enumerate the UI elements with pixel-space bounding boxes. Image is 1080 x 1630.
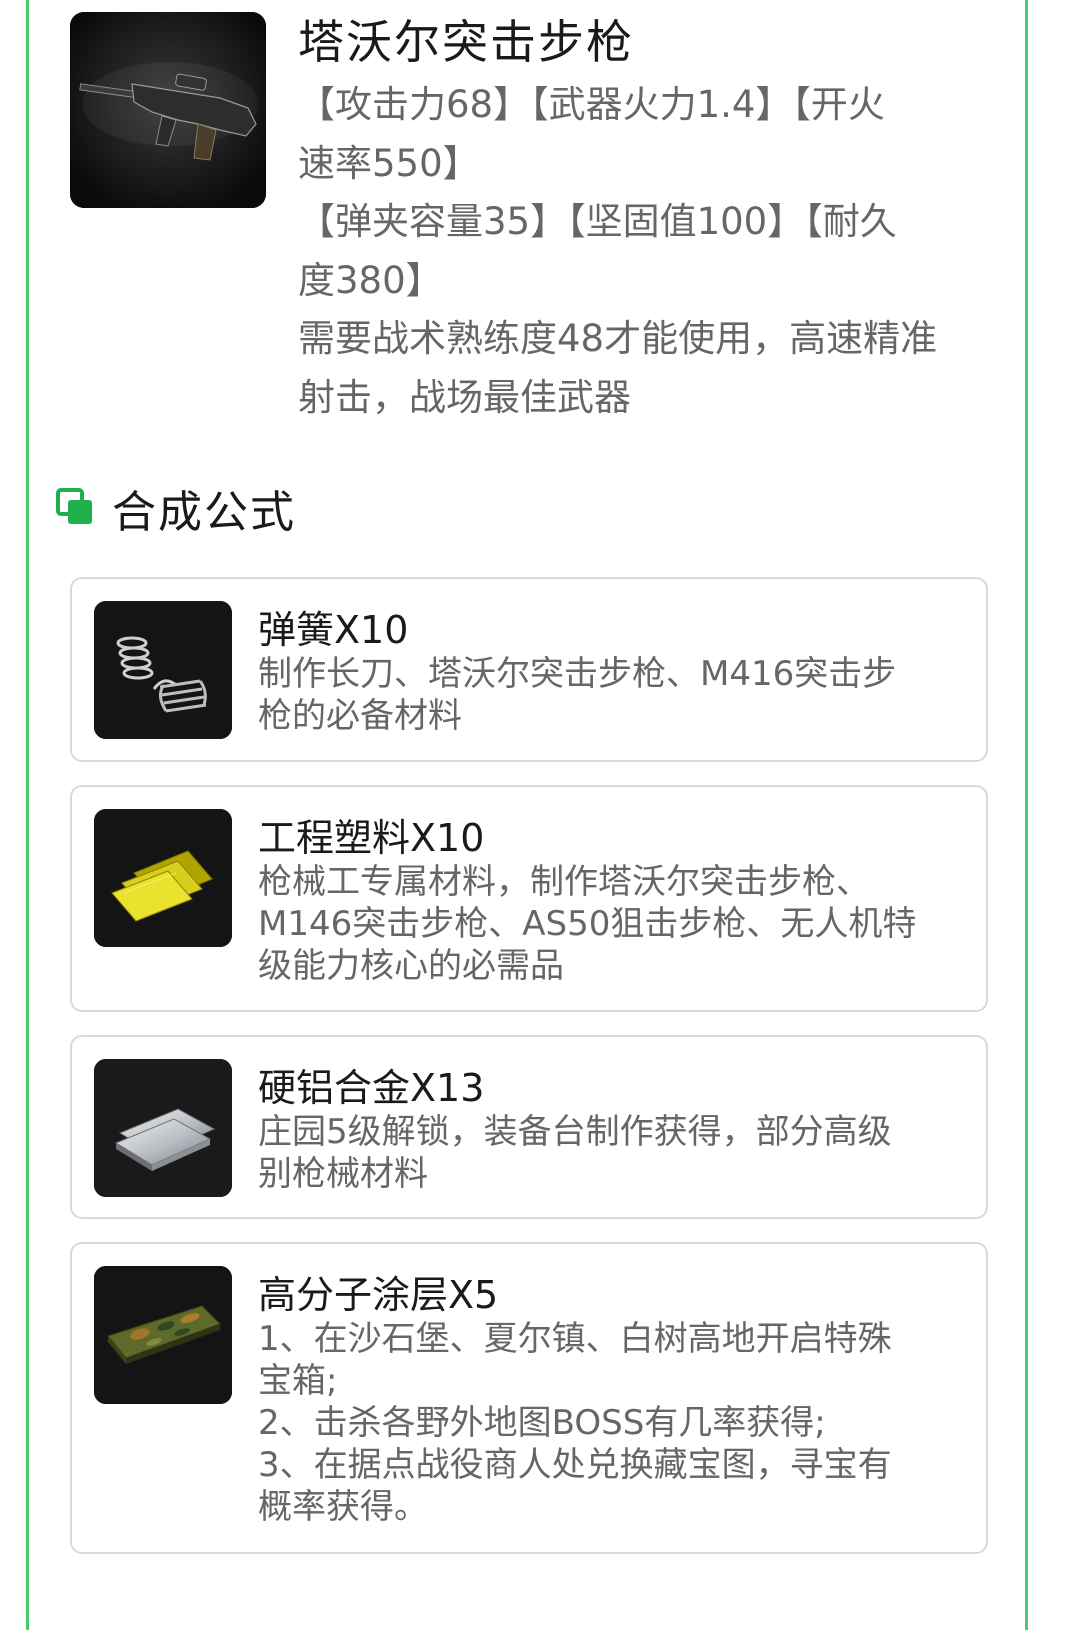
weapon-stats-line: 度380】	[298, 258, 443, 302]
material-description-line: 制作长刀、塔沃尔突击步枪、M416突击步	[258, 654, 897, 694]
material-name: 高分子涂层X5	[258, 1273, 499, 1317]
spring-image	[94, 601, 232, 739]
section-header: 合成公式	[56, 478, 296, 538]
material-card[interactable]: 高分子涂层X5 1、在沙石堡、夏尔镇、白树高地开启特殊 宝箱; 2、击杀各野外地…	[70, 1242, 988, 1554]
material-description-line: 枪的必备材料	[258, 696, 462, 736]
material-name: 工程塑料X10	[258, 816, 485, 860]
material-description: 制作长刀、塔沃尔突击步枪、M416突击步 枪的必备材料	[258, 653, 958, 737]
material-description-line: 宝箱;	[258, 1361, 338, 1401]
aluminum-plates-image	[94, 1059, 232, 1197]
material-name: 硬铝合金X13	[258, 1066, 485, 1110]
material-description-line: 2、击杀各野外地图BOSS有几率获得;	[258, 1403, 826, 1443]
material-description-line: 别枪械材料	[258, 1154, 428, 1194]
material-description-line: 3、在据点战役商人处兑换藏宝图，寻宝有	[258, 1445, 892, 1485]
material-description: 1、在沙石堡、夏尔镇、白树高地开启特殊 宝箱; 2、击杀各野外地图BOSS有几率…	[258, 1318, 958, 1528]
camo-coating-image	[94, 1266, 232, 1404]
weapon-requirement-line: 需要战术熟练度48才能使用，高速精准	[298, 317, 938, 360]
material-card[interactable]: 硬铝合金X13 庄园5级解锁，装备台制作获得，部分高级 别枪械材料	[70, 1035, 988, 1219]
assault-rifle-image	[70, 12, 266, 208]
material-card[interactable]: 工程塑料X10 枪械工专属材料，制作塔沃尔突击步枪、 M146突击步枪、AS50…	[70, 785, 988, 1012]
material-description: 枪械工专属材料，制作塔沃尔突击步枪、 M146突击步枪、AS50狙击步枪、无人机…	[258, 861, 958, 987]
material-description-line: 概率获得。	[258, 1487, 428, 1527]
section-title: 合成公式	[112, 487, 296, 538]
material-description-line: M146突击步枪、AS50狙击步枪、无人机特	[258, 904, 917, 944]
material-description-line: 庄园5级解锁，装备台制作获得，部分高级	[258, 1112, 892, 1152]
material-name: 弹簧X10	[258, 608, 409, 652]
material-card[interactable]: 弹簧X10 制作长刀、塔沃尔突击步枪、M416突击步 枪的必备材料	[70, 577, 988, 762]
material-description-line: 1、在沙石堡、夏尔镇、白树高地开启特殊	[258, 1319, 892, 1359]
copy-squares-icon	[56, 488, 92, 524]
weapon-description: 【攻击力68】【武器火力1.4】【开火 速率550】 【弹夹容量35】【坚固值1…	[298, 76, 988, 427]
weapon-name: 塔沃尔突击步枪	[298, 15, 634, 69]
weapon-stats-line: 【弹夹容量35】【坚固值100】【耐久	[298, 200, 897, 243]
weapon-stats-line: 速率550】	[298, 141, 480, 185]
weapon-stats-line: 【攻击力68】【武器火力1.4】【开火	[298, 83, 885, 126]
material-description-line: 级能力核心的必需品	[258, 946, 564, 986]
material-description: 庄园5级解锁，装备台制作获得，部分高级 别枪械材料	[258, 1111, 958, 1195]
plastic-sheets-image	[94, 809, 232, 947]
weapon-requirement-line: 射击，战场最佳武器	[298, 375, 631, 419]
material-description-line: 枪械工专属材料，制作塔沃尔突击步枪、	[258, 862, 870, 902]
